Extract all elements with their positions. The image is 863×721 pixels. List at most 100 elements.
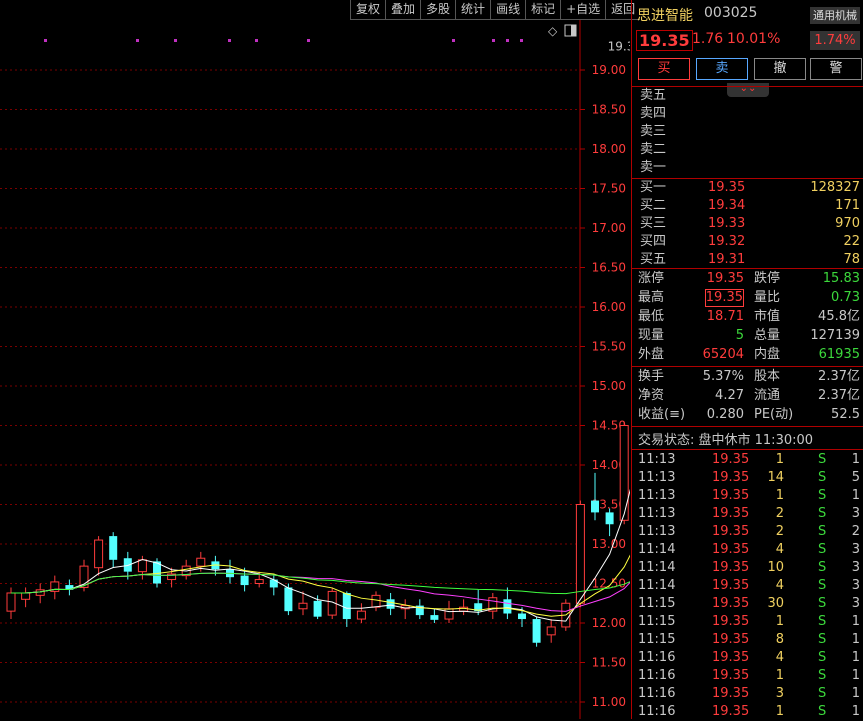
event-marker	[307, 39, 310, 42]
trade-count: 3	[851, 506, 860, 521]
alert-button[interactable]: 警	[810, 58, 862, 80]
trade-side: S	[818, 650, 827, 665]
ask-label: 卖二	[640, 142, 667, 157]
event-marker	[452, 39, 455, 42]
sell-button[interactable]: 卖	[696, 58, 748, 80]
toolbar-button[interactable]: 标记	[525, 0, 561, 20]
trade-row: 11:15 19.35 1 S 1	[632, 613, 863, 631]
trade-count: 3	[851, 542, 860, 557]
y-tick-label: 15.50	[592, 340, 626, 354]
trade-time: 11:13	[638, 524, 676, 539]
stat-label: 外盘	[638, 347, 665, 362]
toolbar-button[interactable]: 叠加	[385, 0, 421, 20]
candle-body	[254, 579, 264, 584]
ask-row: 卖五	[632, 87, 863, 105]
trade-volume: 1	[775, 668, 784, 683]
trade-side: S	[818, 632, 827, 647]
candle-body	[371, 594, 381, 608]
y-tick-label: 17.50	[592, 182, 626, 196]
candle-body	[284, 587, 293, 612]
y-tick-label: 13.00	[592, 537, 626, 551]
stat-label: 跌停	[754, 271, 781, 286]
candle-body	[269, 579, 278, 588]
trade-count: 1	[851, 452, 860, 467]
ma-line	[11, 572, 630, 612]
kline-chart[interactable]: 11.0011.5012.0012.5013.0013.5014.0014.50…	[0, 0, 630, 719]
stat-row: 换手 5.37% 股本 2.37亿	[632, 367, 863, 386]
trade-side: S	[818, 506, 827, 521]
stat-row: 最低 18.71 市值 45.8亿	[632, 307, 863, 326]
trade-count: 1	[851, 614, 860, 629]
cancel-button[interactable]: 撤	[754, 58, 806, 80]
high-annotation: 19.35	[608, 39, 630, 53]
stat-row: 净资 4.27 流通 2.37亿	[632, 386, 863, 405]
stat-value: 52.5	[831, 407, 860, 422]
stat-label: 总量	[754, 328, 781, 343]
industry-badge[interactable]: 通用机械	[810, 7, 860, 24]
stat-label: 现量	[638, 328, 665, 343]
trade-row: 11:15 19.35 30 S 3	[632, 595, 863, 613]
diamond-icon[interactable]: ◇	[548, 24, 558, 38]
trade-price: 19.35	[712, 704, 750, 719]
toolbar-button[interactable]: 复权	[350, 0, 386, 20]
stat-label: PE(动)	[754, 407, 794, 422]
divider	[632, 178, 863, 179]
candle-body	[137, 559, 147, 573]
trade-price: 19.35	[712, 632, 750, 647]
event-marker	[44, 39, 47, 42]
quote-header: 思进智能 003025 通用机械 19.35 1.76 10.01% 1.74%	[632, 0, 863, 56]
stat-value: 15.83	[822, 271, 860, 286]
trade-price: 19.35	[712, 614, 750, 629]
bid-row: 买三 19.33 970	[632, 215, 863, 233]
bid-label: 买三	[640, 216, 667, 231]
toolbar-button[interactable]: +自选	[560, 0, 606, 20]
stat-value: 5	[735, 328, 744, 343]
price-change-pct: 10.01%	[727, 31, 781, 47]
trade-time: 11:16	[638, 650, 676, 665]
event-marker	[228, 39, 231, 42]
bid-row: 买一 19.35 128327	[632, 179, 863, 197]
trade-price: 19.35	[712, 560, 750, 575]
trade-time: 11:16	[638, 668, 676, 683]
toolbar-button[interactable]: 画线	[490, 0, 526, 20]
trade-volume: 30	[767, 596, 784, 611]
stat-value: 61935	[818, 347, 860, 362]
trade-volume: 8	[775, 632, 784, 647]
trade-status: 交易状态: 盘中休市 11:30:00	[638, 433, 814, 448]
stat-value: 19.35	[704, 289, 744, 307]
trade-row: 11:14 19.35 4 S 3	[632, 577, 863, 595]
trade-volume: 4	[775, 542, 784, 557]
toolbar-button[interactable]: 多股	[420, 0, 456, 20]
candle-body	[546, 626, 556, 636]
trade-time: 11:13	[638, 452, 676, 467]
stat-value: 0.280	[706, 407, 744, 422]
ask-label: 卖四	[640, 106, 667, 121]
trade-count: 3	[851, 596, 860, 611]
trade-time: 11:15	[638, 596, 676, 611]
trade-row: 11:15 19.35 8 S 1	[632, 631, 863, 649]
price-change: 1.76	[692, 31, 724, 47]
trade-time: 11:16	[638, 686, 676, 701]
stat-value: 18.71	[706, 309, 744, 324]
candle-body	[196, 557, 206, 567]
candle-body	[503, 599, 512, 614]
trade-time: 11:15	[638, 614, 676, 629]
trade-side: S	[818, 452, 827, 467]
buy-button[interactable]: 买	[638, 58, 690, 80]
bid-label: 买五	[640, 252, 667, 267]
bid-row: 买二 19.34 171	[632, 197, 863, 215]
candle-body	[109, 536, 118, 560]
trade-row: 11:13 19.35 2 S 2	[632, 523, 863, 541]
stat-label: 收益(≡)	[638, 407, 686, 422]
candle-body	[298, 602, 308, 610]
trade-time: 11:14	[638, 578, 676, 593]
ask-label: 卖五	[640, 88, 667, 103]
trade-buttons: 买 卖 撤 警	[632, 58, 863, 80]
trade-row: 11:13 19.35 14 S 5	[632, 469, 863, 487]
stat-label: 内盘	[754, 347, 781, 362]
toolbar-button[interactable]: 统计	[455, 0, 491, 20]
trade-time: 11:13	[638, 470, 676, 485]
candle-body	[342, 592, 351, 620]
trade-volume: 2	[775, 506, 784, 521]
candle-body	[532, 619, 541, 643]
